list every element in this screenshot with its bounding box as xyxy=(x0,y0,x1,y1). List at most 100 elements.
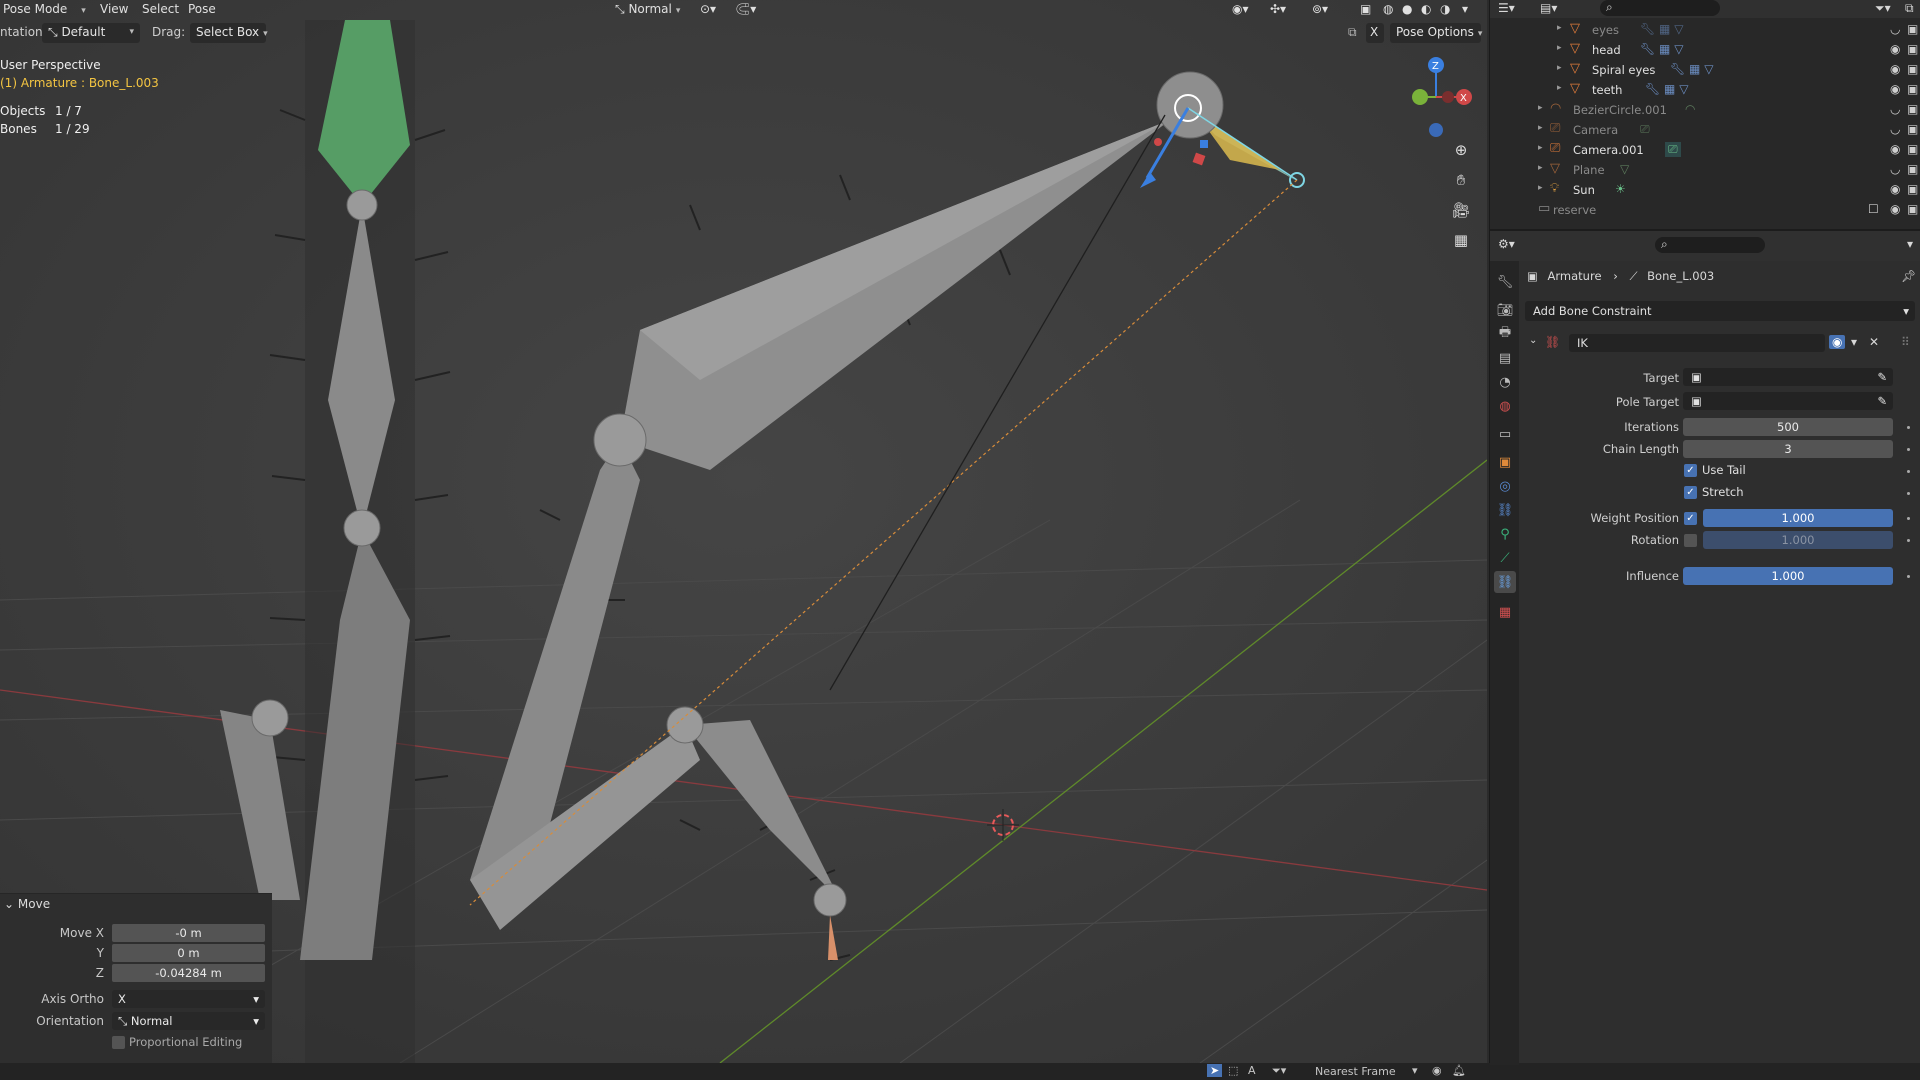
drag-handle-icon[interactable]: ⠿ xyxy=(1901,335,1910,349)
eye-icon[interactable]: ◡ xyxy=(1890,162,1900,176)
pan-hand-icon[interactable]: ✋︎ xyxy=(1448,167,1474,193)
move-x-field[interactable]: -0 m xyxy=(112,924,265,942)
camera-restrict-icon[interactable]: ▣ xyxy=(1907,162,1918,176)
x-mirror-toggle[interactable]: X xyxy=(1366,23,1384,43)
mode-selector[interactable]: Pose Mode ▾ xyxy=(3,0,86,20)
snap-toggle-icon[interactable]: ◉ xyxy=(1432,1064,1442,1077)
select-tool-icon[interactable]: ➤ xyxy=(1207,1064,1223,1077)
outliner-item-sun[interactable]: ▸ 💡︎ Sun ☀ ◉ ▣ xyxy=(1490,181,1920,201)
orientation-dropdown[interactable]: ⤡ Default ▾ xyxy=(42,23,140,43)
eye-icon[interactable]: ◉ xyxy=(1890,42,1900,56)
expand-arrow-icon[interactable]: ▸ xyxy=(1538,123,1543,133)
rotation-field[interactable]: 1.000 xyxy=(1703,531,1893,549)
eye-icon[interactable]: ◡ xyxy=(1890,102,1900,116)
keyframe-dot-icon[interactable] xyxy=(1907,448,1910,451)
eye-icon[interactable]: ◉ xyxy=(1890,62,1900,76)
zoom-icon[interactable]: ⊕ xyxy=(1448,137,1474,163)
render-tab-icon[interactable]: 📷︎ xyxy=(1494,299,1516,321)
select-box-icon[interactable]: ⬚ xyxy=(1228,1064,1238,1077)
camera-restrict-icon[interactable]: ▣ xyxy=(1907,202,1918,216)
target-field[interactable]: ▣ ✎ xyxy=(1683,368,1893,386)
weight-position-field[interactable]: 1.000 xyxy=(1703,509,1893,527)
weight-position-checkbox[interactable]: ✓ xyxy=(1684,512,1697,525)
camera-restrict-icon[interactable]: ▣ xyxy=(1907,62,1918,76)
3d-viewport[interactable]: Z X Pose Mode ▾ View Select Pose ⤡ Normal… xyxy=(0,0,1487,1063)
move-y-field[interactable]: 0 m xyxy=(112,944,265,962)
camera-restrict-icon[interactable]: ▣ xyxy=(1907,82,1918,96)
add-bone-constraint-dropdown[interactable]: Add Bone Constraint ▾ xyxy=(1525,301,1915,321)
outliner-item-head[interactable]: ▸ ▽ head 🔧︎ ▦ ▽ ◉ ▣ xyxy=(1490,41,1920,61)
keyframe-dot-icon[interactable] xyxy=(1907,470,1910,473)
operator-header[interactable]: ⌄ Move xyxy=(0,894,272,914)
bone-tab-icon[interactable]: ⟋ xyxy=(1494,547,1516,569)
menu-view[interactable]: View xyxy=(100,0,128,20)
exclude-checkbox-icon[interactable]: ☐ xyxy=(1868,202,1879,216)
transform-orientation-dropdown[interactable]: ⤡ Normal ▾ xyxy=(615,0,680,20)
outliner-item-camera-001[interactable]: ▸ ⎚ Camera.001 ⎚ ◉ ▣ xyxy=(1490,141,1920,161)
visibility-icon[interactable]: ◉▾ xyxy=(1232,0,1249,20)
chevron-down-icon[interactable]: ▾ xyxy=(1851,335,1857,349)
display-mode-icon[interactable]: ▤▾ xyxy=(1540,1,1557,15)
chevron-down-icon[interactable]: ⌄ xyxy=(1529,335,1537,346)
stretch-checkbox[interactable]: ✓ xyxy=(1684,486,1697,499)
editor-type-icon[interactable]: ☰▾ xyxy=(1498,1,1515,15)
snap-icon[interactable]: 🧲︎▾ xyxy=(735,0,756,20)
shading-solid-icon[interactable]: ● xyxy=(1402,0,1412,20)
eye-icon[interactable]: ◉ xyxy=(1890,82,1900,96)
bell-icon[interactable]: 🔔︎ xyxy=(1452,1064,1466,1077)
outliner-item-teeth[interactable]: ▸ ▽ teeth 🔧︎ ▦ ▽ ◉ ▣ xyxy=(1490,81,1920,101)
outliner-item-spiral-eyes[interactable]: ▸ ▽ Spiral eyes 🔧︎ ▦ ▽ ◉ ▣ xyxy=(1490,61,1920,81)
editor-type-icon[interactable]: ⚙▾ xyxy=(1498,237,1515,251)
view-layer-tab-icon[interactable]: ▤ xyxy=(1494,347,1516,369)
auto-keying-icon[interactable]: A xyxy=(1248,1064,1256,1077)
scene-tab-icon[interactable]: ◔ xyxy=(1494,371,1516,393)
menu-select[interactable]: Select xyxy=(142,0,179,20)
eyedropper-icon[interactable]: ✎ xyxy=(1877,368,1887,386)
camera-restrict-icon[interactable]: ▣ xyxy=(1907,122,1918,136)
eye-icon[interactable]: ◡ xyxy=(1890,22,1900,36)
filter-icon[interactable]: ⏷▾ xyxy=(1272,1064,1286,1078)
collection-tab-icon[interactable]: ▭ xyxy=(1494,423,1516,445)
close-icon[interactable]: ✕ xyxy=(1869,335,1879,349)
keyframe-dot-icon[interactable] xyxy=(1907,575,1910,578)
camera-restrict-icon[interactable]: ▣ xyxy=(1907,42,1918,56)
outliner-item-reserve[interactable]: ▭ reserve ☐ ◉ ▣ xyxy=(1490,201,1920,221)
overlays-icon[interactable]: ⊚▾ xyxy=(1312,0,1328,20)
keyframe-dot-icon[interactable] xyxy=(1907,517,1910,520)
gizmo-toggle-icon[interactable]: ✣▾ xyxy=(1270,0,1286,20)
constraint-name-field[interactable]: IK xyxy=(1569,334,1825,352)
expand-arrow-icon[interactable]: ▸ xyxy=(1538,163,1543,173)
bone-constraint-tab-icon[interactable]: ⛓︎ xyxy=(1494,571,1516,593)
keyframe-dot-icon[interactable] xyxy=(1907,492,1910,495)
armature-data-tab-icon[interactable]: ⚲ xyxy=(1494,523,1516,545)
rotation-checkbox[interactable] xyxy=(1684,534,1697,547)
snap-target-dropdown[interactable]: Nearest Frame xyxy=(1315,1065,1396,1078)
camera-view-icon[interactable]: 🎥︎ xyxy=(1448,197,1474,223)
axis-ortho-select[interactable]: X ▾ xyxy=(112,990,265,1008)
xray-icon[interactable]: ▣ xyxy=(1360,0,1371,20)
chain-length-field[interactable]: 3 xyxy=(1683,440,1893,458)
outliner-item-plane[interactable]: ▸ ▽ Plane ▽ ◡ ▣ xyxy=(1490,161,1920,181)
menu-pose[interactable]: Pose xyxy=(188,0,216,20)
pin-icon[interactable]: 📌︎ xyxy=(1901,269,1916,283)
outliner-item-camera[interactable]: ▸ ⎚ Camera ⎚ ◡ ▣ xyxy=(1490,121,1920,141)
chevron-down-icon[interactable]: ▾ xyxy=(1412,1064,1418,1077)
eyedropper-icon[interactable]: ✎ xyxy=(1877,392,1887,410)
expand-arrow-icon[interactable]: ▸ xyxy=(1538,103,1543,113)
pole-target-field[interactable]: ▣ ✎ xyxy=(1683,392,1893,410)
eye-icon[interactable]: ◡ xyxy=(1890,122,1900,136)
orientation-select[interactable]: ⤡ Normal ▾ xyxy=(112,1012,265,1030)
eye-icon[interactable]: ◉ xyxy=(1829,335,1846,349)
physics-tab-icon[interactable]: ◎ xyxy=(1494,475,1516,497)
proportional-editing-checkbox[interactable] xyxy=(112,1036,125,1049)
new-collection-icon[interactable]: ⧉ xyxy=(1905,1,1914,16)
outliner-search-input[interactable]: ⌕ xyxy=(1600,0,1720,16)
camera-restrict-icon[interactable]: ▣ xyxy=(1907,102,1918,116)
expand-arrow-icon[interactable]: ▸ xyxy=(1557,43,1562,53)
object-constraint-tab-icon[interactable]: ⛓︎ xyxy=(1494,499,1516,521)
grid-view-icon[interactable]: ▦ xyxy=(1448,227,1474,253)
influence-field[interactable]: 1.000 xyxy=(1683,567,1893,585)
texture-tab-icon[interactable]: ▦ xyxy=(1494,601,1516,623)
shading-wireframe-icon[interactable]: ◍ xyxy=(1383,0,1393,20)
camera-restrict-icon[interactable]: ▣ xyxy=(1907,22,1918,36)
